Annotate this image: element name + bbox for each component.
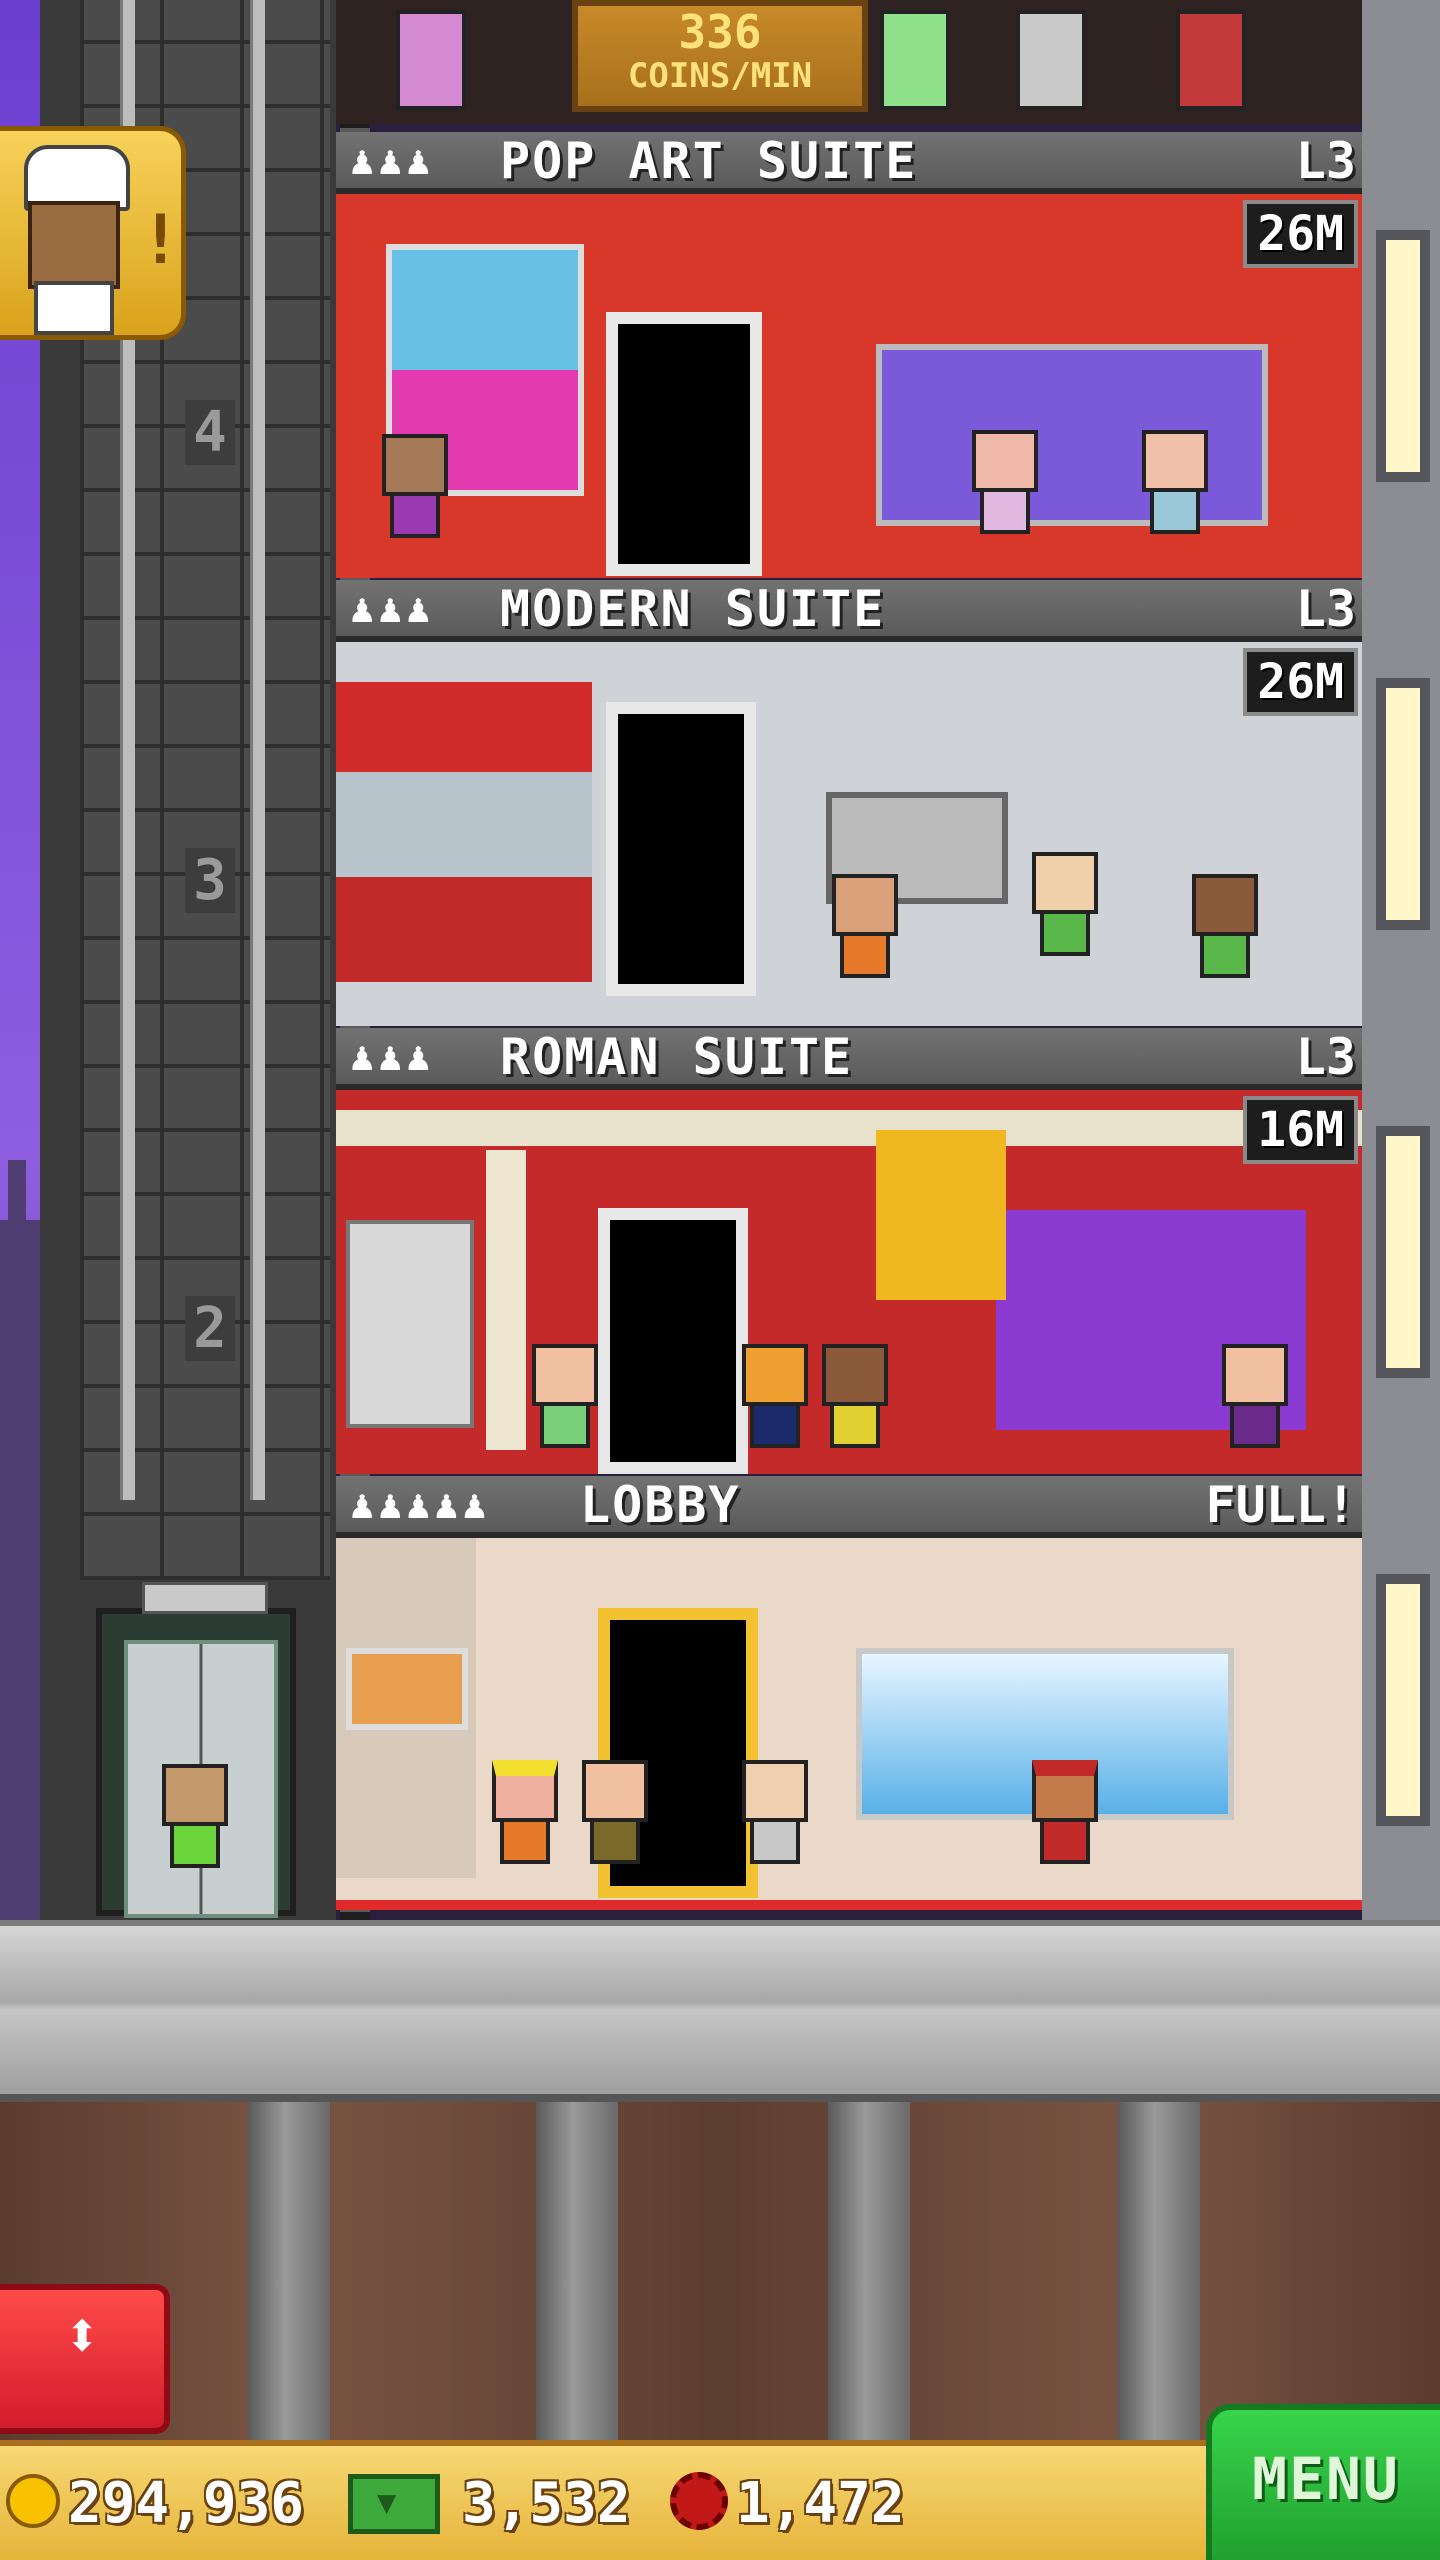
floor-door[interactable] — [598, 1208, 748, 1474]
bitizen[interactable] — [1026, 852, 1104, 982]
floor-number-4: 4 — [170, 400, 250, 465]
bitizen[interactable] — [736, 1760, 814, 1890]
floor-door[interactable] — [606, 312, 762, 576]
residents-icon: ♟♟♟ — [350, 1034, 435, 1080]
modern-wall — [336, 682, 592, 982]
coin-icon — [6, 2474, 60, 2528]
up-down-arrows-icon: ⬍ — [62, 2299, 102, 2373]
floor-room[interactable]: 26M — [336, 194, 1362, 578]
elevator-passenger[interactable] — [156, 1764, 234, 1894]
floor-level: L3 — [1295, 1028, 1356, 1086]
foundation-pillar — [1118, 2102, 1200, 2440]
coins-per-minute-label: COINS/MIN — [627, 56, 813, 96]
gear-icon — [670, 2472, 728, 2530]
bitizen[interactable] — [526, 1344, 604, 1474]
bitizen[interactable] — [1186, 874, 1264, 1004]
points-count: 1,472 — [736, 2471, 905, 2536]
roman-column — [486, 1150, 526, 1450]
foundation-pillar — [248, 2102, 330, 2440]
upper-floor-partial[interactable]: 336 COINS/MIN — [336, 0, 1362, 124]
elevator-car-top — [142, 1582, 268, 1614]
bitizen[interactable] — [826, 874, 904, 1004]
gold-curtain — [876, 1130, 1006, 1300]
residents-icon: ♟♟♟ — [350, 138, 435, 184]
floor-lobby[interactable]: ♟♟♟♟♟ LOBBY FULL! — [336, 1476, 1362, 1920]
chef-notification[interactable]: ! — [0, 126, 186, 340]
bitizen[interactable] — [1016, 10, 1086, 110]
residents-icon: ♟♟♟♟♟ — [350, 1482, 491, 1528]
chef-icon — [28, 201, 120, 289]
chef-coat — [34, 281, 114, 335]
bitizen[interactable] — [1136, 430, 1214, 560]
elevator-ride-button[interactable]: ⬍ — [0, 2284, 170, 2434]
floor-roman-suite[interactable]: ♟♟♟ ROMAN SUITE L3 16M — [336, 1028, 1362, 1476]
underground — [0, 2102, 1440, 2440]
roman-cornice — [336, 1110, 1362, 1146]
floor-room[interactable]: 16M — [336, 1090, 1362, 1474]
floor-number-3: 3 — [170, 848, 250, 913]
stock-badge: 16M — [1243, 1096, 1358, 1164]
stock-badge: 26M — [1243, 200, 1358, 268]
elevator-car[interactable] — [96, 1582, 296, 1918]
bitizen[interactable] — [486, 1760, 564, 1890]
bitizen[interactable] — [576, 1760, 654, 1890]
bitizen[interactable] — [376, 434, 454, 564]
floor-name: POP ART SUITE — [500, 132, 918, 190]
floor-level: L3 — [1295, 580, 1356, 638]
floor-name: LOBBY — [580, 1476, 741, 1534]
bitizen[interactable] — [736, 1344, 814, 1474]
floor-status-full: FULL! — [1205, 1476, 1356, 1534]
foundation-pillar — [828, 2102, 910, 2440]
roman-statue — [346, 1220, 474, 1428]
floor-room[interactable] — [336, 1538, 1362, 1910]
window-light — [1386, 688, 1420, 920]
foundation-pillar — [536, 2102, 618, 2440]
floor-number-2: 2 — [170, 1296, 250, 1361]
residents-icon: ♟♟♟ — [350, 586, 435, 632]
floor-header: ♟♟♟ ROMAN SUITE L3 — [336, 1028, 1362, 1090]
floor-header: ♟♟♟ MODERN SUITE L3 — [336, 580, 1362, 642]
floor-level: L3 — [1295, 132, 1356, 190]
window-light — [1386, 240, 1420, 472]
tower-bux-icon — [348, 2474, 440, 2534]
window-light — [1386, 1584, 1420, 1816]
menu-button[interactable]: MENU — [1206, 2404, 1440, 2560]
floor-modern-suite[interactable]: ♟♟♟ MODERN SUITE L3 26M — [336, 580, 1362, 1028]
city-spire — [8, 1160, 26, 1220]
city-silhouette — [0, 1220, 40, 1920]
coins-per-minute-sign: 336 COINS/MIN — [572, 0, 868, 112]
floor-name: ROMAN SUITE — [500, 1028, 854, 1086]
bitizen[interactable] — [880, 10, 950, 110]
floor-header: ♟♟♟♟♟ LOBBY FULL! — [336, 1476, 1362, 1538]
ground-slab — [0, 1920, 1440, 2102]
window-light — [1386, 1136, 1420, 1368]
bitizen[interactable] — [966, 430, 1044, 560]
bitizen[interactable] — [396, 10, 466, 110]
floor-header: ♟♟♟ POP ART SUITE L3 — [336, 132, 1362, 194]
alert-mark: ! — [140, 201, 181, 280]
bitizen[interactable] — [1176, 10, 1246, 110]
elevator-rail-right — [250, 0, 265, 1500]
bellhop[interactable] — [1026, 1760, 1104, 1890]
floor-name: MODERN SUITE — [500, 580, 886, 638]
floor-room[interactable]: 26M — [336, 642, 1362, 1026]
coins-per-minute-value: 336 — [678, 5, 762, 59]
bux-count: 3,532 — [462, 2471, 631, 2536]
bitizen[interactable] — [816, 1344, 894, 1474]
floor-door[interactable] — [606, 702, 756, 996]
bitizen[interactable] — [1216, 1344, 1294, 1474]
floor-pop-art-suite[interactable]: ♟♟♟ POP ART SUITE L3 26M — [336, 132, 1362, 580]
sunset-painting — [346, 1648, 468, 1730]
stock-badge: 26M — [1243, 648, 1358, 716]
coins-count: 294,936 — [68, 2471, 305, 2536]
